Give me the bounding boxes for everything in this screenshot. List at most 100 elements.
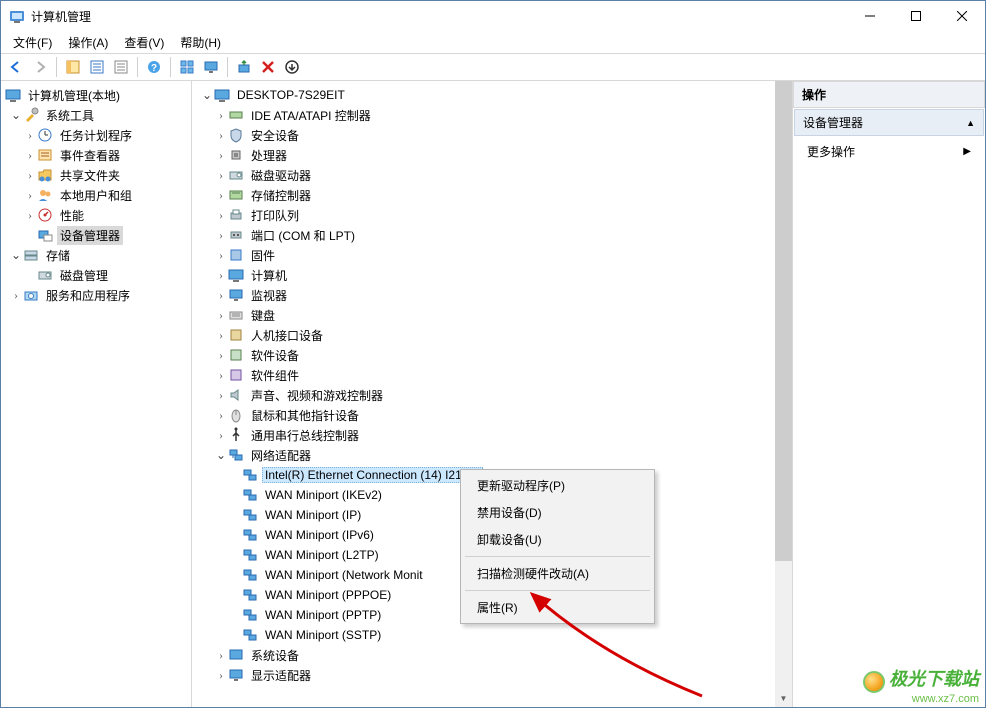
device-computer[interactable]: ›计算机 <box>192 265 775 285</box>
chevron-right-icon[interactable]: › <box>214 308 228 323</box>
device-mouse[interactable]: ›鼠标和其他指针设备 <box>192 405 775 425</box>
tree-device-manager[interactable]: 设备管理器 <box>1 225 191 245</box>
chevron-down-icon[interactable]: ⌄ <box>9 108 23 123</box>
device-sound[interactable]: ›声音、视频和游戏控制器 <box>192 385 775 405</box>
ctx-update-driver[interactable]: 更新驱动程序(P) <box>463 472 652 499</box>
mouse-icon <box>228 407 244 423</box>
device-storage-ctrl[interactable]: ›存储控制器 <box>192 185 775 205</box>
toolbar: ? <box>1 53 985 81</box>
chevron-right-icon[interactable]: › <box>214 368 228 383</box>
chevron-right-icon[interactable]: › <box>23 128 37 143</box>
list-button[interactable] <box>110 56 132 78</box>
software-component-icon <box>228 367 244 383</box>
chevron-right-icon[interactable]: › <box>214 668 228 683</box>
device-firmware[interactable]: ›固件 <box>192 245 775 265</box>
device-monitor[interactable]: ›监视器 <box>192 285 775 305</box>
tree-local-users[interactable]: › 本地用户和组 <box>1 185 191 205</box>
update-driver-button[interactable] <box>281 56 303 78</box>
chevron-right-icon[interactable]: › <box>214 248 228 263</box>
device-hid[interactable]: ›人机接口设备 <box>192 325 775 345</box>
menu-file[interactable]: 文件(F) <box>5 32 60 53</box>
chevron-right-icon[interactable]: › <box>214 208 228 223</box>
tree-system-tools[interactable]: ⌄ 系统工具 <box>1 105 191 125</box>
tree-disk-mgmt[interactable]: 磁盘管理 <box>1 265 191 285</box>
device-host[interactable]: ⌄DESKTOP-7S29EIT <box>192 85 775 105</box>
device-display[interactable]: ›显示适配器 <box>192 665 775 685</box>
device-soft-comp[interactable]: ›软件组件 <box>192 365 775 385</box>
chevron-right-icon[interactable]: › <box>214 428 228 443</box>
device-wan-sstp[interactable]: WAN Miniport (SSTP) <box>192 625 775 645</box>
ctx-scan-hardware[interactable]: 扫描检测硬件改动(A) <box>463 560 652 587</box>
cpu-icon <box>228 147 244 163</box>
device-network[interactable]: ⌄网络适配器 <box>192 445 775 465</box>
chevron-down-icon[interactable]: ⌄ <box>200 88 214 103</box>
device-usb[interactable]: ›通用串行总线控制器 <box>192 425 775 445</box>
chevron-right-icon[interactable]: › <box>214 288 228 303</box>
chevron-right-icon[interactable]: › <box>214 148 228 163</box>
ctx-properties[interactable]: 属性(R) <box>463 594 652 621</box>
tree-root[interactable]: 计算机管理(本地) <box>1 85 191 105</box>
menu-help[interactable]: 帮助(H) <box>172 32 229 53</box>
scrollbar-thumb[interactable] <box>775 81 792 561</box>
chevron-right-icon[interactable]: › <box>214 328 228 343</box>
device-ide[interactable]: ›IDE ATA/ATAPI 控制器 <box>192 105 775 125</box>
device-print[interactable]: ›打印队列 <box>192 205 775 225</box>
minimize-button[interactable] <box>847 1 893 31</box>
chevron-right-icon[interactable]: › <box>214 268 228 283</box>
ctx-uninstall-device[interactable]: 卸载设备(U) <box>463 526 652 553</box>
scroll-down-arrow[interactable]: ▼ <box>775 690 792 707</box>
device-disk[interactable]: ›磁盘驱动器 <box>192 165 775 185</box>
forward-button[interactable] <box>29 56 51 78</box>
chevron-right-icon[interactable]: › <box>214 228 228 243</box>
tree-services-apps[interactable]: › 服务和应用程序 <box>1 285 191 305</box>
context-menu: 更新驱动程序(P) 禁用设备(D) 卸载设备(U) 扫描检测硬件改动(A) 属性… <box>460 469 655 624</box>
back-button[interactable] <box>5 56 27 78</box>
vertical-scrollbar[interactable]: ▲ ▼ <box>775 81 792 707</box>
chevron-right-icon[interactable]: › <box>23 168 37 183</box>
grid-button[interactable] <box>176 56 198 78</box>
help-button[interactable]: ? <box>143 56 165 78</box>
chevron-down-icon[interactable]: ⌄ <box>9 248 23 263</box>
chevron-right-icon[interactable]: › <box>214 648 228 663</box>
chevron-down-icon[interactable]: ⌄ <box>214 448 228 463</box>
maximize-button[interactable] <box>893 1 939 31</box>
actions-section[interactable]: 设备管理器 ▲ <box>794 109 984 136</box>
tree-task-scheduler[interactable]: › 任务计划程序 <box>1 125 191 145</box>
device-keyboard[interactable]: ›键盘 <box>192 305 775 325</box>
chevron-right-icon[interactable]: › <box>214 188 228 203</box>
network-adapter-icon <box>242 547 258 563</box>
tree-event-viewer[interactable]: › 事件查看器 <box>1 145 191 165</box>
tree-shared-folders[interactable]: › 共享文件夹 <box>1 165 191 185</box>
ctx-disable-device[interactable]: 禁用设备(D) <box>463 499 652 526</box>
chevron-right-icon[interactable]: › <box>214 128 228 143</box>
tree-performance[interactable]: › 性能 <box>1 205 191 225</box>
device-system[interactable]: ›系统设备 <box>192 645 775 665</box>
device-cpu[interactable]: ›处理器 <box>192 145 775 165</box>
scan-hardware-button[interactable] <box>233 56 255 78</box>
chevron-right-icon[interactable]: › <box>214 408 228 423</box>
chevron-right-icon[interactable]: › <box>23 188 37 203</box>
monitor-icon <box>228 287 244 303</box>
show-hide-tree-button[interactable] <box>62 56 84 78</box>
console-tree[interactable]: 计算机管理(本地) ⌄ 系统工具 › 任务计划程序 › 事件查看器 › 共享文件… <box>1 81 192 707</box>
tree-storage[interactable]: ⌄ 存储 <box>1 245 191 265</box>
chevron-right-icon[interactable]: › <box>214 168 228 183</box>
device-soft-dev[interactable]: ›软件设备 <box>192 345 775 365</box>
device-ports[interactable]: ›端口 (COM 和 LPT) <box>192 225 775 245</box>
uninstall-button[interactable] <box>257 56 279 78</box>
properties-button[interactable] <box>86 56 108 78</box>
monitor-button[interactable] <box>200 56 222 78</box>
device-security[interactable]: ›安全设备 <box>192 125 775 145</box>
chevron-right-icon[interactable]: › <box>214 108 228 123</box>
keyboard-icon <box>228 307 244 323</box>
chevron-right-icon[interactable]: › <box>214 388 228 403</box>
chevron-right-icon[interactable]: › <box>9 288 23 303</box>
network-adapter-icon <box>242 527 258 543</box>
chevron-right-icon[interactable]: › <box>23 148 37 163</box>
menu-view[interactable]: 查看(V) <box>116 32 172 53</box>
actions-more[interactable]: 更多操作 ▶ <box>793 137 985 166</box>
chevron-right-icon[interactable]: › <box>214 348 228 363</box>
menu-action[interactable]: 操作(A) <box>60 32 116 53</box>
chevron-right-icon[interactable]: › <box>23 208 37 223</box>
close-button[interactable] <box>939 1 985 31</box>
